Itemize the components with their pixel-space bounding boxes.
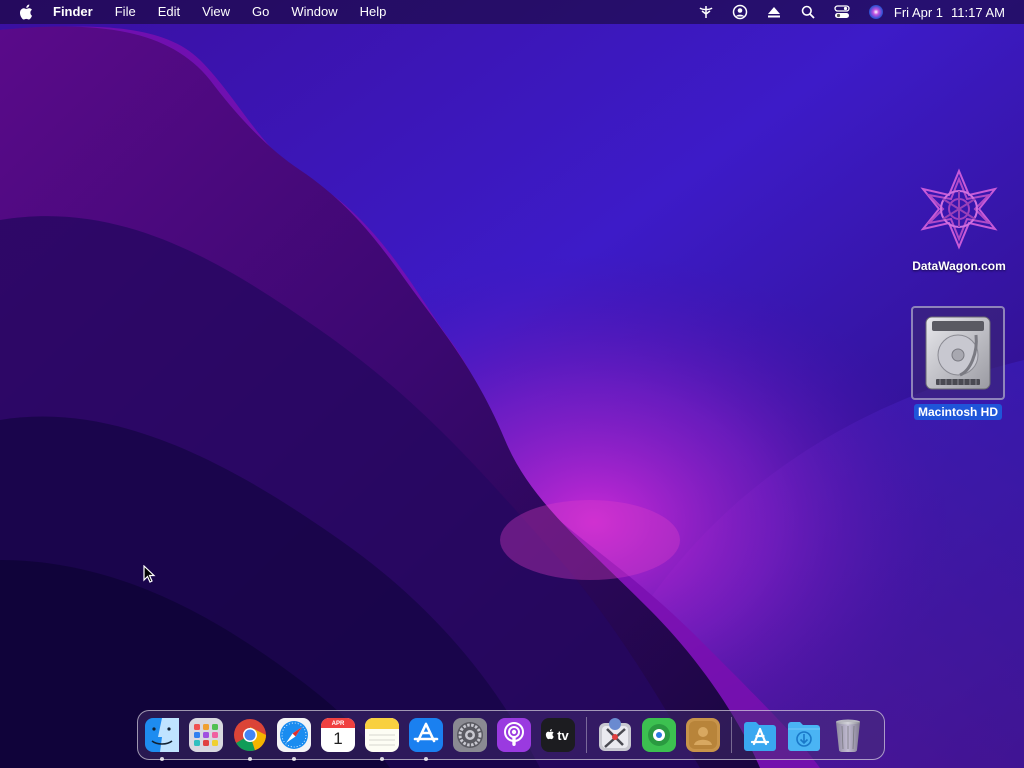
calendar-day: 1 <box>333 729 343 748</box>
menu-edit[interactable]: Edit <box>158 0 180 24</box>
downloads-folder-icon <box>788 722 820 751</box>
calendar-month: APR <box>331 721 345 727</box>
running-indicator <box>424 757 428 761</box>
system-preferences-icon <box>453 718 487 752</box>
running-indicator <box>292 757 296 761</box>
dock-trash[interactable] <box>830 717 866 753</box>
desktop-item-datawagon[interactable]: DataWagon.com <box>904 164 1014 274</box>
running-indicator <box>160 757 164 761</box>
finder-icon <box>145 718 179 752</box>
dock-find-my[interactable] <box>641 717 677 753</box>
chrome-icon <box>234 719 266 752</box>
dock-notes[interactable] <box>364 717 400 761</box>
dock-separator <box>586 717 587 753</box>
dock-safari[interactable] <box>276 717 312 761</box>
app-store-icon <box>409 718 443 752</box>
running-indicator <box>380 757 384 761</box>
contacts-icon <box>686 718 720 752</box>
desktop[interactable]: Finder File Edit View Go Window Help Fri… <box>0 0 1024 768</box>
menu-bar-clock[interactable]: Fri Apr 1 11:17 AM <box>894 5 1005 20</box>
dock-finder[interactable] <box>144 717 180 761</box>
dock: APR 1 tv <box>137 710 885 761</box>
user-account-icon[interactable] <box>732 4 748 20</box>
eject-icon[interactable] <box>766 4 782 20</box>
dock-contacts[interactable] <box>685 717 721 753</box>
dock-downloads-folder[interactable] <box>786 717 822 753</box>
directory-utility-icon <box>599 718 631 751</box>
desktop-item-label: Macintosh HD <box>913 404 1002 420</box>
desktop-item-macintosh-hd[interactable]: Macintosh HD <box>903 306 1013 420</box>
menu-go[interactable]: Go <box>252 0 269 24</box>
dock-podcasts[interactable] <box>496 717 532 753</box>
dock-separator <box>731 717 732 753</box>
spotlight-search-icon[interactable] <box>800 4 816 20</box>
clock-time: 11:17 AM <box>951 4 1005 20</box>
menu-help[interactable]: Help <box>360 0 387 24</box>
podcasts-icon <box>497 718 531 752</box>
menu-bar: Finder File Edit View Go Window Help Fri… <box>0 0 1024 24</box>
launchpad-icon <box>189 718 223 752</box>
hard-drive-icon <box>911 306 1005 400</box>
find-my-icon <box>642 718 676 752</box>
network-icon[interactable] <box>698 4 714 20</box>
wallpaper <box>0 0 1024 768</box>
clock-date: Fri Apr 1 <box>893 4 944 20</box>
desktop-item-label: DataWagon.com <box>912 259 1006 273</box>
trash-icon <box>836 719 860 752</box>
dock-apple-tv[interactable]: tv <box>540 717 576 753</box>
dock-app-store[interactable] <box>408 717 444 761</box>
menu-view[interactable]: View <box>202 0 230 24</box>
safari-icon <box>277 718 311 752</box>
menu-window[interactable]: Window <box>291 0 337 24</box>
mouse-cursor-icon <box>143 565 156 583</box>
dock-calendar[interactable]: APR 1 <box>320 717 356 753</box>
apple-tv-label: tv <box>557 727 569 743</box>
menu-file[interactable]: File <box>115 0 136 24</box>
dock-launchpad[interactable] <box>188 717 224 753</box>
dock-applications-folder[interactable] <box>742 717 778 753</box>
menu-app-name[interactable]: Finder <box>53 0 93 24</box>
dock-system-preferences[interactable] <box>452 717 488 753</box>
datawagon-logo-icon <box>914 164 1004 254</box>
notes-icon <box>365 718 399 752</box>
siri-icon[interactable] <box>868 4 884 20</box>
control-center-icon[interactable] <box>834 4 850 20</box>
applications-folder-icon <box>744 722 776 751</box>
running-indicator <box>248 757 252 761</box>
dock-directory-utility[interactable] <box>597 717 633 753</box>
dock-chrome[interactable] <box>232 717 268 761</box>
apple-menu-icon[interactable] <box>19 4 33 20</box>
